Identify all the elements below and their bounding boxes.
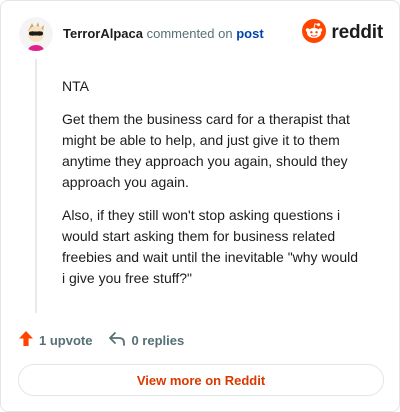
reddit-wordmark: reddit bbox=[331, 22, 383, 43]
upvote-button[interactable]: 1 upvote bbox=[18, 330, 92, 350]
reply-icon bbox=[108, 331, 126, 350]
view-more-button[interactable]: View more on Reddit bbox=[18, 364, 384, 396]
avatar[interactable] bbox=[19, 17, 53, 51]
avatar-image bbox=[19, 17, 53, 51]
reddit-logo-icon bbox=[302, 18, 327, 48]
comment-embed-card: TerrorAlpaca commented on post reddit NT… bbox=[0, 0, 400, 412]
reddit-brand[interactable]: reddit bbox=[302, 18, 383, 48]
comment-paragraph: Get them the business card for a therapi… bbox=[62, 111, 350, 190]
comment-paragraph: Also, if they still won't stop asking qu… bbox=[62, 207, 359, 286]
comment-header: TerrorAlpaca commented on post reddit bbox=[19, 17, 383, 53]
action-text: commented on bbox=[146, 26, 233, 41]
byline: TerrorAlpaca commented on post bbox=[63, 26, 264, 41]
author-name[interactable]: TerrorAlpaca bbox=[63, 26, 143, 41]
upvote-count: 1 upvote bbox=[39, 332, 93, 348]
post-link[interactable]: post bbox=[236, 26, 263, 41]
comment-paragraph: NTA bbox=[62, 78, 89, 94]
comment-actions: 1 upvote 0 replies bbox=[18, 330, 184, 350]
upvote-arrow-icon bbox=[18, 330, 34, 350]
replies-count: 0 replies bbox=[131, 332, 185, 348]
comment-body: NTA Get them the business card for a the… bbox=[62, 76, 362, 301]
replies-button[interactable]: 0 replies bbox=[108, 331, 184, 350]
thread-line bbox=[35, 59, 37, 313]
